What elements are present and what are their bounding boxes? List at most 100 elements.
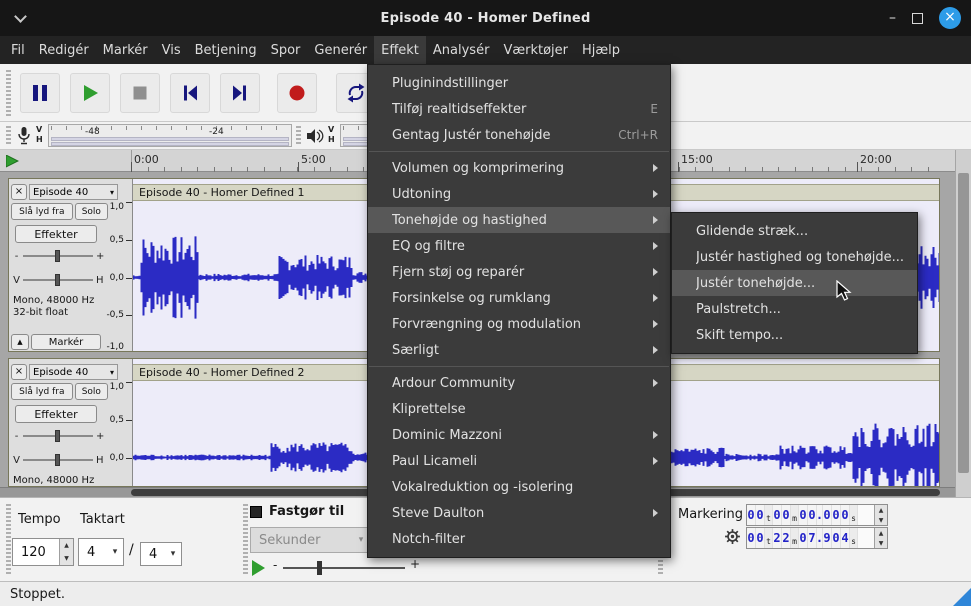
menubar-item-betjening[interactable]: Betjening — [188, 36, 264, 64]
selection-end-field[interactable]: 00t22m07.904s▲▼ — [746, 527, 888, 549]
time-digit[interactable]: 0 — [832, 528, 841, 548]
menu-item-gentag-justér-tonehøjde[interactable]: Gentag Justér tonehøjdeCtrl+R — [368, 122, 670, 148]
record-button[interactable] — [277, 73, 317, 113]
toolbar-grip[interactable] — [296, 126, 301, 146]
play-at-speed-button[interactable] — [252, 560, 265, 576]
slider-thumb[interactable] — [317, 561, 322, 575]
maximize-button[interactable] — [912, 13, 923, 24]
time-digit[interactable]: 0 — [773, 505, 782, 525]
slider-thumb[interactable] — [55, 430, 60, 442]
menubar-item-markér[interactable]: Markér — [96, 36, 155, 64]
vertical-scrollbar[interactable] — [955, 150, 971, 497]
track-menu-dropdown[interactable]: Episode 40 ▾ — [29, 184, 118, 200]
skip-to-end-button[interactable] — [220, 73, 260, 113]
mute-button[interactable]: Slå lyd fra — [11, 383, 73, 400]
select-button[interactable]: Markér — [31, 334, 101, 350]
menu-item-steve-daulton[interactable]: Steve Daulton — [368, 500, 670, 526]
timesig-lower-select[interactable]: 4▾ — [140, 542, 182, 566]
menubar-item-spor[interactable]: Spor — [264, 36, 308, 64]
effects-button[interactable]: Effekter — [15, 225, 97, 243]
vertical-scrollbar-thumb[interactable] — [958, 173, 969, 473]
time-digit[interactable]: 2 — [773, 528, 782, 548]
track-close-button[interactable]: × — [11, 364, 27, 380]
menu-item-glidende-stræk[interactable]: Glidende stræk... — [672, 218, 917, 244]
time-digit[interactable]: 0 — [799, 528, 808, 548]
toolbar-grip[interactable] — [243, 504, 248, 575]
pan-slider[interactable] — [23, 453, 93, 467]
tempo-spinner[interactable]: ▲▼ — [59, 539, 73, 565]
menu-item-vokalreduktion-og-isolering[interactable]: Vokalreduktion og -isolering — [368, 474, 670, 500]
menu-item-tonehøjde-og-hastighed[interactable]: Tonehøjde og hastighed — [368, 207, 670, 233]
vertical-scale-ruler[interactable]: 1,00,50,0-0,5-1,0 — [104, 202, 132, 352]
menu-item-paulstretch[interactable]: Paulstretch... — [672, 296, 917, 322]
menu-item-justér-hastighed-og-tonehøjde[interactable]: Justér hastighed og tonehøjde... — [672, 244, 917, 270]
menu-item-forsinkelse-og-rumklang[interactable]: Forsinkelse og rumklang — [368, 285, 670, 311]
time-digit[interactable]: 0 — [747, 528, 756, 548]
vertical-scale-ruler[interactable]: 1,00,50,0-0,5-1,0 — [104, 382, 132, 487]
pause-button[interactable] — [20, 73, 60, 113]
pan-slider[interactable] — [23, 273, 93, 287]
time-digit[interactable]: 0 — [756, 505, 765, 525]
minimize-button[interactable]: – — [889, 10, 896, 26]
menu-item-eq-og-filtre[interactable]: EQ og filtre — [368, 233, 670, 259]
slider-thumb[interactable] — [55, 454, 60, 466]
toolbar-grip[interactable] — [6, 70, 11, 116]
time-digit[interactable]: 9 — [823, 528, 832, 548]
menu-item-særligt[interactable]: Særligt — [368, 337, 670, 363]
menu-item-skift-tempo[interactable]: Skift tempo... — [672, 322, 917, 348]
menu-item-notch-filter[interactable]: Notch-filter — [368, 526, 670, 552]
collapse-button[interactable]: ▲ — [11, 334, 29, 350]
gear-icon[interactable] — [724, 528, 741, 545]
menubar-item-fil[interactable]: Fil — [4, 36, 32, 64]
gain-slider[interactable] — [23, 249, 93, 263]
playback-speed-slider[interactable] — [283, 561, 405, 575]
time-digit[interactable]: 2 — [782, 528, 791, 548]
toolbar-grip[interactable] — [6, 126, 11, 146]
play-button[interactable] — [70, 73, 110, 113]
menubar-item-hjælp[interactable]: Hjælp — [575, 36, 627, 64]
menu-item-dominic-mazzoni[interactable]: Dominic Mazzoni — [368, 422, 670, 448]
menu-item-volumen-og-komprimering[interactable]: Volumen og komprimering — [368, 155, 670, 181]
toolbar-grip[interactable] — [6, 504, 11, 575]
menu-item-forvrængning-og-modulation[interactable]: Forvrængning og modulation — [368, 311, 670, 337]
menubar-item-analysér[interactable]: Analysér — [426, 36, 497, 64]
menu-item-kliprettelse[interactable]: Kliprettelse — [368, 396, 670, 422]
menubar-item-generér[interactable]: Generér — [307, 36, 374, 64]
time-digit[interactable]: 0 — [832, 505, 841, 525]
menu-item-ardour-community[interactable]: Ardour Community — [368, 370, 670, 396]
solo-button[interactable]: Solo — [75, 203, 108, 220]
playhead-pin-icon[interactable] — [6, 155, 19, 168]
menu-item-paul-licameli[interactable]: Paul Licameli — [368, 448, 670, 474]
solo-button[interactable]: Solo — [75, 383, 108, 400]
menubar-item-redigér[interactable]: Redigér — [32, 36, 96, 64]
stop-button[interactable] — [120, 73, 160, 113]
menubar-item-effekt[interactable]: Effekt — [374, 36, 426, 64]
menu-item-tilføj-realtidseffekter[interactable]: Tilføj realtidseffekterE — [368, 96, 670, 122]
slider-thumb[interactable] — [55, 274, 60, 286]
menu-item-pluginindstillinger[interactable]: Pluginindstillinger — [368, 70, 670, 96]
snap-mode-select[interactable]: Sekunder▾ — [250, 527, 370, 553]
selection-start-field[interactable]: 00t00m00.000s▲▼ — [746, 504, 888, 526]
skip-to-start-button[interactable] — [170, 73, 210, 113]
snap-checkbox[interactable]: Fastgør til — [250, 504, 344, 519]
menu-item-fjern-støj-og-reparér[interactable]: Fjern støj og reparér — [368, 259, 670, 285]
menu-item-udtoning[interactable]: Udtoning — [368, 181, 670, 207]
timesig-upper-select[interactable]: 4▾ — [78, 538, 124, 566]
menubar-item-vis[interactable]: Vis — [155, 36, 188, 64]
tempo-input[interactable]: 120 ▲▼ — [12, 538, 74, 566]
field-spinner[interactable]: ▲▼ — [874, 528, 887, 548]
field-spinner[interactable]: ▲▼ — [874, 505, 887, 525]
recording-meter[interactable]: -48 -24 — [48, 124, 292, 147]
time-digit[interactable]: 0 — [756, 528, 765, 548]
slider-thumb[interactable] — [55, 250, 60, 262]
time-digit[interactable]: 4 — [841, 528, 850, 548]
tempo-value[interactable]: 120 — [13, 539, 59, 565]
effects-button[interactable]: Effekter — [15, 405, 97, 423]
mute-button[interactable]: Slå lyd fra — [11, 203, 73, 220]
time-digit[interactable]: 0 — [782, 505, 791, 525]
track-close-button[interactable]: × — [11, 184, 27, 200]
close-button[interactable]: × — [939, 7, 961, 29]
track-menu-dropdown[interactable]: Episode 40 ▾ — [29, 364, 118, 380]
gain-slider[interactable] — [23, 429, 93, 443]
time-digit[interactable]: 0 — [841, 505, 850, 525]
